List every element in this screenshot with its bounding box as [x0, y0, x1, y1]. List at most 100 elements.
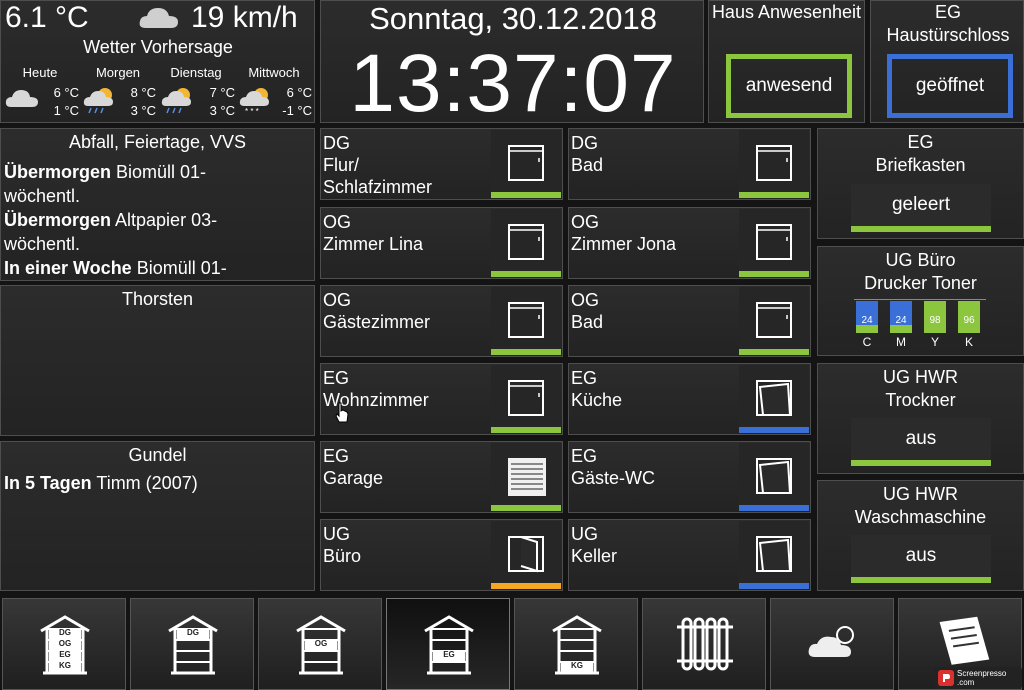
room-status-box[interactable]: [739, 443, 809, 511]
washer-title: UG HWR Waschmaschine: [854, 484, 987, 527]
dryer-status[interactable]: aus: [851, 418, 991, 466]
room-tile-r12[interactable]: UG Keller: [568, 519, 811, 591]
room-tile-r3[interactable]: OG Zimmer Lina: [320, 207, 563, 279]
watermark-text: Screenpresso .com: [957, 669, 1007, 687]
sun-rain-icon: [83, 88, 113, 114]
dryer-tile[interactable]: UG HWR Trockner aus: [817, 363, 1024, 474]
toner-label: K: [964, 335, 973, 349]
waste-tile[interactable]: Abfall, Feiertage, VVS Übermorgen Biomül…: [0, 128, 315, 281]
room-status-box[interactable]: [491, 130, 561, 198]
room-status-bar: [491, 271, 561, 277]
room-label: UG Keller: [571, 523, 617, 567]
forecast-day: Mittwoch: [248, 65, 300, 80]
snow-sun-icon: * * *: [239, 88, 269, 115]
nav-floor-label: EG: [443, 650, 455, 659]
nav-floor-label: OG: [58, 639, 72, 648]
nav-heating[interactable]: [642, 598, 766, 690]
nav-weather[interactable]: [770, 598, 894, 690]
thorsten-tile[interactable]: Thorsten: [0, 285, 315, 436]
washer-status[interactable]: aus: [851, 535, 991, 583]
forecast-day: Heute: [22, 65, 58, 80]
room-tile-r7[interactable]: EG Wohnzimmer: [320, 363, 563, 435]
room-floor: EG: [571, 368, 598, 388]
room-status-bar: [739, 349, 809, 355]
forecast-high: 7 °C: [209, 85, 235, 100]
waste-entry: Übermorgen Biomüll 01-wöchentl.: [4, 162, 207, 206]
room-floor: UG: [571, 524, 598, 544]
room-floor: OG: [571, 290, 600, 310]
room-status-box[interactable]: [491, 365, 561, 433]
room-name: Gäste-WC: [571, 468, 656, 488]
room-tile-r1[interactable]: DG Flur/ Schlafzimmer: [320, 128, 563, 200]
mailbox-status[interactable]: geleert: [851, 184, 991, 232]
room-tile-r10[interactable]: EG Gäste-WC: [568, 441, 811, 513]
lock-status[interactable]: geöffnet: [887, 54, 1013, 118]
toner-label: Y: [930, 335, 939, 349]
room-status-box[interactable]: [491, 287, 561, 355]
room-status-box[interactable]: [739, 209, 809, 277]
mailbox-title: EG Briefkasten: [875, 132, 966, 175]
nav-floor-label: OG: [314, 639, 328, 648]
temperature-value: 6.1 °C: [5, 1, 89, 34]
room-status-box[interactable]: [491, 209, 561, 277]
toner-label: M: [896, 335, 906, 349]
presence-status[interactable]: anwesend: [726, 54, 852, 118]
presence-title: Haus Anwesenheit: [711, 2, 862, 22]
forecast-low: 3 °C: [209, 103, 235, 118]
room-tile-r9[interactable]: EG Garage: [320, 441, 563, 513]
door-lock-tile[interactable]: EG Haustürschloss geöffnet: [870, 0, 1024, 123]
room-tile-r6[interactable]: OG Bad: [568, 285, 811, 357]
nav-floor-label: DG: [59, 628, 71, 637]
forecast-day: Dienstag: [170, 65, 222, 80]
toner-tile[interactable]: UG Büro Drucker Toner 24 C 24 M 98 Y 96 K: [817, 246, 1024, 356]
washer-tile[interactable]: UG HWR Waschmaschine aus: [817, 480, 1024, 591]
forecast-low: 1 °C: [53, 103, 79, 118]
room-tile-r5[interactable]: OG Gästezimmer: [320, 285, 563, 357]
room-tile-r11[interactable]: UG Büro: [320, 519, 563, 591]
room-label: UG Büro: [323, 523, 361, 567]
room-status-box[interactable]: [491, 443, 561, 511]
dryer-title: UG HWR Trockner: [883, 367, 958, 410]
room-floor: EG: [323, 368, 350, 388]
forecast-high: 8 °C: [130, 85, 156, 100]
thorsten-title: Thorsten: [121, 289, 194, 309]
forecast-day: Morgen: [95, 65, 141, 80]
nav-house-dg[interactable]: DG: [130, 598, 254, 690]
weather-tile[interactable]: 6.1 °C 19 km/h Wetter Vorhersage Heute M…: [0, 0, 315, 123]
room-floor: DG: [323, 133, 350, 153]
clock-tile: Sonntag, 30.12.2018 13:37:07: [320, 0, 704, 129]
room-floor: EG: [571, 446, 598, 466]
forecast-title: Wetter Vorhersage: [83, 37, 233, 57]
nav-house-og[interactable]: OG: [258, 598, 382, 690]
toner-value: 96: [963, 315, 975, 326]
waste-entry: In einer Woche Biomüll 01-: [4, 258, 227, 278]
room-status-box[interactable]: [491, 521, 561, 589]
room-status-box[interactable]: [739, 130, 809, 198]
room-tile-r4[interactable]: OG Zimmer Jona: [568, 207, 811, 279]
room-name: Küche: [571, 390, 623, 410]
room-label: EG Gäste-WC: [571, 445, 655, 489]
toner-label: C: [862, 335, 872, 349]
room-tile-r8[interactable]: EG Küche: [568, 363, 811, 435]
time-label: 13:37:07: [349, 38, 677, 129]
room-status-box[interactable]: [739, 521, 809, 589]
presence-tile[interactable]: Haus Anwesenheit anwesend: [708, 0, 865, 123]
nav-house-kg[interactable]: KG: [514, 598, 638, 690]
room-status-box[interactable]: [739, 365, 809, 433]
toner-value: 24: [861, 315, 873, 326]
room-name: Flur/ Schlafzimmer: [323, 155, 433, 197]
nav-house-all[interactable]: DG OG EG KG: [2, 598, 126, 690]
room-floor: DG: [571, 133, 598, 153]
mailbox-tile[interactable]: EG Briefkasten geleert: [817, 128, 1024, 239]
room-tile-r2[interactable]: DG Bad: [568, 128, 811, 200]
room-status-box[interactable]: [739, 287, 809, 355]
gundel-tile[interactable]: Gundel In 5 Tagen Timm (2007): [0, 441, 315, 591]
room-name: Büro: [323, 546, 362, 566]
room-floor: OG: [571, 212, 600, 232]
room-name: Garage: [323, 468, 384, 488]
waste-entry: Übermorgen Altpapier 03-wöchentl.: [4, 210, 218, 254]
room-status-bar: [739, 271, 809, 277]
room-status-bar: [739, 192, 809, 198]
toner-top-line: [854, 299, 986, 300]
nav-house-eg[interactable]: EG: [386, 598, 510, 690]
